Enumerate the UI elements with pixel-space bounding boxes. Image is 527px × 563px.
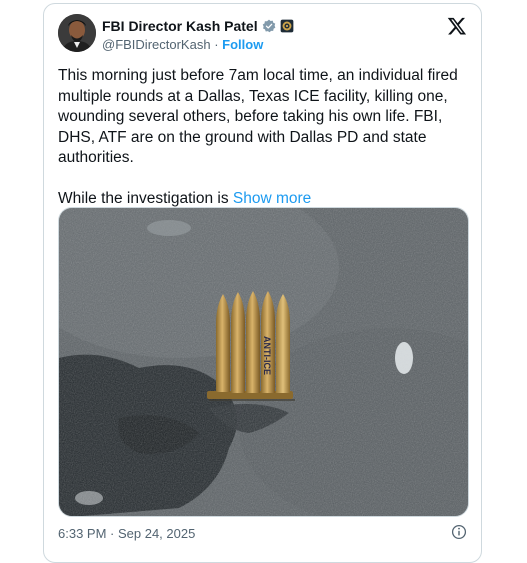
show-more-link[interactable]: Show more [233,190,311,207]
author-handle-row: @FBIDirectorKash · Follow [102,37,263,52]
post-timestamp[interactable]: 6:33 PM · Sep 24, 2025 [58,526,195,541]
post-paragraph-1: This morning just before 7am local time,… [58,67,458,166]
x-logo-icon[interactable] [447,16,467,36]
handle-separator: · [214,37,219,52]
verified-badge-icon [262,19,275,33]
ammunition-photo: ANTI-ICE [59,208,468,516]
author-display-name[interactable]: FBI Director Kash Patel [102,18,258,34]
post-image[interactable]: ANTI-ICE [58,207,469,517]
author-name-row: FBI Director Kash Patel [102,18,294,34]
follow-button[interactable]: Follow [222,37,263,52]
author-handle[interactable]: @FBIDirectorKash [102,37,211,52]
info-icon[interactable] [451,524,467,540]
bullet-handwriting: ANTI-ICE [262,336,272,375]
bullet-1 [216,294,230,392]
avatar-image [58,14,96,52]
bullet-5 [276,294,290,393]
post-paragraph-2-text: While the investigation is [58,189,229,207]
author-avatar[interactable] [58,14,96,52]
post-text: This morning just before 7am local time,… [58,66,476,209]
post-paragraph-2: While the investigation is Show more [58,189,476,210]
bullet-3 [246,291,260,393]
government-seal-icon [280,19,293,33]
post-card: FBI Director Kash Patel @FBIDirectorKash… [43,3,482,563]
bullet-2 [231,292,245,393]
